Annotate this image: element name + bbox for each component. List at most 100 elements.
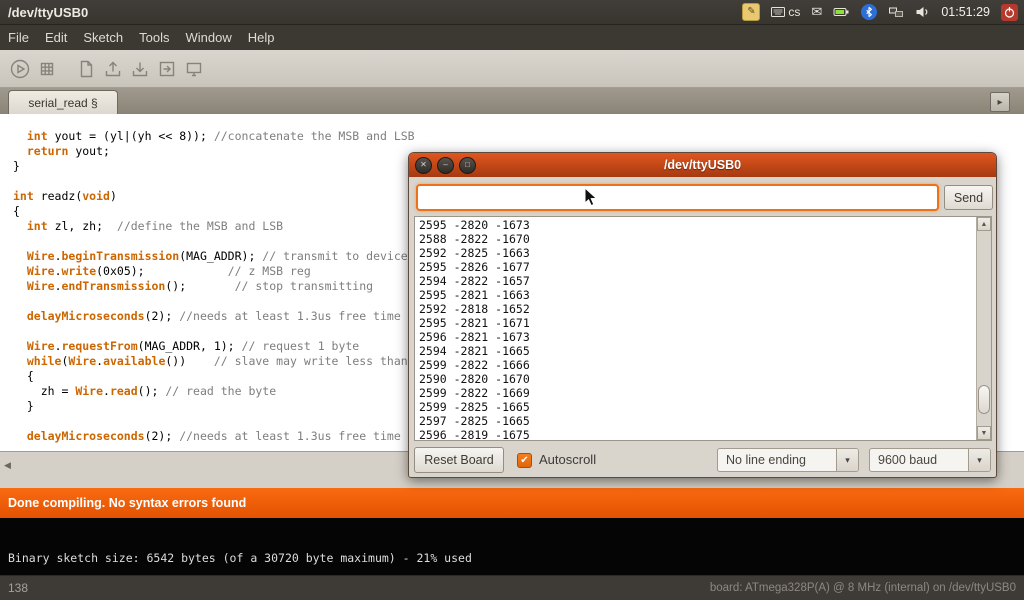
serial-output-line: 2595 -2820 -1673 [419, 218, 976, 232]
serial-output-line: 2597 -2825 -1665 [419, 414, 976, 428]
dialog-titlebar[interactable]: ✕ – □ /dev/ttyUSB0 [409, 153, 996, 177]
upload-button[interactable] [155, 57, 179, 81]
send-button[interactable]: Send [944, 185, 993, 210]
stop-button[interactable] [35, 57, 59, 81]
tab-serial-read[interactable]: serial_read § [8, 90, 118, 114]
volume-icon [915, 5, 930, 19]
battery-indicator[interactable] [833, 5, 850, 19]
autoscroll-label: Autoscroll [539, 452, 596, 467]
checkmark-icon: ✔ [520, 455, 528, 466]
dialog-title: /dev/ttyUSB0 [409, 158, 996, 172]
volume-indicator[interactable] [915, 5, 930, 19]
board-info: board: ATmega328P(A) @ 8 MHz (internal) … [710, 582, 1016, 594]
network-indicator[interactable] [888, 6, 904, 19]
top-panel: /dev/ttyUSB0 ✎ cs ✉ 01 [0, 0, 1024, 25]
new-file-icon [75, 58, 97, 80]
serial-output-line: 2596 -2821 -1673 [419, 330, 976, 344]
serial-monitor-icon [183, 58, 205, 80]
scroll-down-button[interactable]: ▼ [977, 426, 991, 440]
upload-icon [156, 58, 178, 80]
serial-output-line: 2594 -2822 -1657 [419, 274, 976, 288]
serial-output-lines: 2595 -2820 -16732588 -2822 -16702592 -28… [415, 217, 976, 440]
hscroll-left-arrow-icon[interactable]: ◀ [4, 460, 11, 471]
build-console: Binary sketch size: 6542 bytes (of a 307… [0, 518, 1024, 575]
menu-help[interactable]: Help [248, 30, 275, 45]
menu-sketch[interactable]: Sketch [83, 30, 123, 45]
pencil-icon: ✎ [742, 3, 760, 21]
toolbar [0, 50, 1024, 88]
session-indicator[interactable] [1001, 4, 1018, 21]
window-title: /dev/ttyUSB0 [8, 5, 88, 20]
serial-output-line: 2588 -2822 -1670 [419, 232, 976, 246]
bluetooth-indicator[interactable] [861, 4, 877, 20]
console-line: Binary sketch size: 6542 bytes (of a 307… [8, 551, 472, 565]
line-ending-select[interactable]: No line ending ▾ [717, 448, 859, 472]
window-buttons: ✕ – □ [415, 157, 476, 174]
code-line: int yout = (yl|(yh << 8)); //concatenate… [13, 129, 1024, 144]
reset-board-label: Reset Board [424, 453, 493, 467]
baud-rate-select[interactable]: 9600 baud ▾ [869, 448, 991, 472]
serial-output-line: 2596 -2819 -1675 [419, 428, 976, 440]
minimize-button[interactable]: – [437, 157, 454, 174]
new-sketch-button[interactable] [74, 57, 98, 81]
keyboard-layout-label: cs [788, 5, 800, 19]
clock[interactable]: 01:51:29 [941, 5, 990, 19]
compile-status-message: Done compiling. No syntax errors found [8, 496, 246, 510]
ide-status-strip: 138 board: ATmega328P(A) @ 8 MHz (intern… [0, 575, 1024, 600]
menu-tools[interactable]: Tools [139, 30, 169, 45]
line-ending-value: No line ending [718, 449, 836, 471]
autoscroll-checkbox[interactable]: ✔ [517, 453, 532, 468]
arrow-up-icon: ▲ [981, 221, 988, 228]
serial-output-area[interactable]: 2595 -2820 -16732588 -2822 -16702592 -28… [414, 216, 992, 441]
serial-output-line: 2599 -2822 -1669 [419, 386, 976, 400]
tab-label: serial_read § [28, 96, 97, 110]
verify-button[interactable] [8, 57, 32, 81]
verify-icon [9, 58, 31, 80]
serial-output-line: 2595 -2821 -1663 [419, 288, 976, 302]
serial-output-line: 2599 -2822 -1666 [419, 358, 976, 372]
notes-indicator[interactable]: ✎ [742, 3, 760, 21]
save-sketch-button[interactable] [128, 57, 152, 81]
tab-list-button[interactable]: ▸ [990, 92, 1010, 112]
serial-monitor-button[interactable] [182, 57, 206, 81]
menu-file[interactable]: File [8, 30, 29, 45]
serial-output-line: 2599 -2825 -1665 [419, 400, 976, 414]
chevron-down-icon[interactable]: ▾ [968, 449, 990, 471]
maximize-button[interactable]: □ [459, 157, 476, 174]
tab-list-arrow-icon: ▸ [997, 97, 1002, 108]
keyboard-layout-indicator[interactable]: cs [771, 5, 800, 19]
scrollbar-thumb[interactable] [978, 385, 990, 414]
cursor-line-number: 138 [8, 581, 28, 595]
tab-bar: serial_read § ▸ [0, 88, 1024, 115]
menu-window[interactable]: Window [185, 30, 231, 45]
screen: /dev/ttyUSB0 ✎ cs ✉ 01 [0, 0, 1024, 600]
serial-output-line: 2592 -2818 -1652 [419, 302, 976, 316]
close-icon: ✕ [420, 160, 427, 169]
power-icon [1003, 6, 1016, 19]
messages-indicator[interactable]: ✉ [811, 4, 822, 20]
reset-board-button[interactable]: Reset Board [414, 447, 504, 473]
serial-monitor-window: ✕ – □ /dev/ttyUSB0 Send 2595 -2820 -1673… [408, 152, 997, 478]
serial-output-line: 2592 -2825 -1663 [419, 246, 976, 260]
serial-output-line: 2594 -2821 -1665 [419, 344, 976, 358]
serial-input[interactable] [416, 184, 939, 211]
scroll-up-button[interactable]: ▲ [977, 217, 991, 231]
chevron-down-icon[interactable]: ▾ [836, 449, 858, 471]
open-sketch-button[interactable] [101, 57, 125, 81]
close-button[interactable]: ✕ [415, 157, 432, 174]
save-icon [129, 58, 151, 80]
battery-icon [833, 5, 850, 19]
arrow-down-icon: ▼ [981, 430, 988, 437]
serial-output-line: 2590 -2820 -1670 [419, 372, 976, 386]
serial-output-line: 2595 -2821 -1671 [419, 316, 976, 330]
stop-icon [36, 58, 58, 80]
maximize-icon: □ [465, 160, 470, 169]
baud-rate-value: 9600 baud [870, 449, 968, 471]
serial-output-line: 2595 -2826 -1677 [419, 260, 976, 274]
menu-edit[interactable]: Edit [45, 30, 67, 45]
system-tray: ✎ cs ✉ 01:51:29 [742, 0, 1024, 24]
compile-status-bar: Done compiling. No syntax errors found [0, 488, 1024, 518]
serial-vscrollbar[interactable]: ▲ ▼ [976, 217, 991, 440]
menu-bar: File Edit Sketch Tools Window Help [0, 25, 1024, 50]
keyboard-icon [771, 7, 785, 17]
